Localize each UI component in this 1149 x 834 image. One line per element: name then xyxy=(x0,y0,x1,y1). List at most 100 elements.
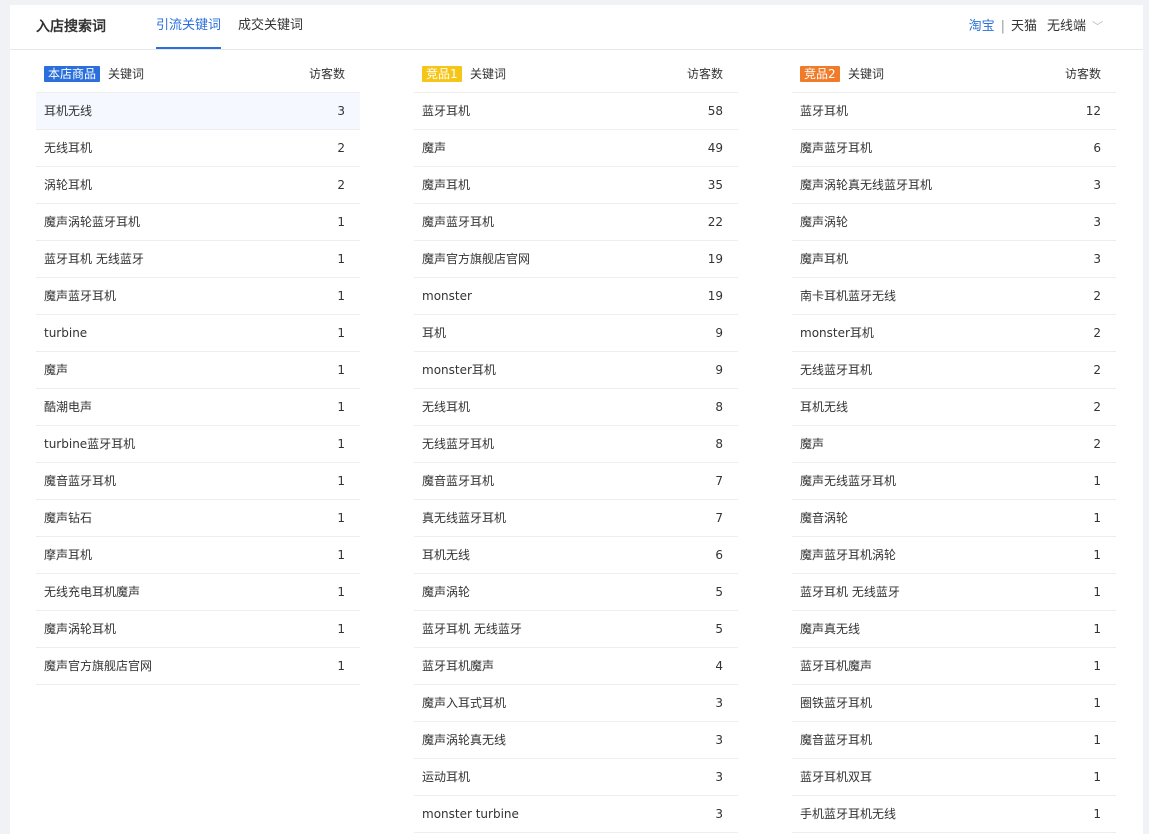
table-row[interactable]: 蓝牙耳机 58 xyxy=(414,93,738,130)
visitor-count-header: 访客数 xyxy=(686,67,723,81)
table-row[interactable]: 魔声钻石 1 xyxy=(36,500,360,537)
visitor-count: 1 xyxy=(337,400,345,414)
keyword-text: 蓝牙耳机 无线蓝牙 xyxy=(800,585,900,599)
table-row[interactable]: 蓝牙耳机 无线蓝牙 1 xyxy=(792,574,1116,611)
table-row[interactable]: 耳机 9 xyxy=(414,315,738,352)
table-row[interactable]: 魔声耳机 3 xyxy=(792,241,1116,278)
table-row[interactable]: 蓝牙耳机魔声 4 xyxy=(414,648,738,685)
keyword-text: 魔声涡轮 xyxy=(800,215,849,229)
keyword-text: 魔声蓝牙耳机 xyxy=(422,215,495,229)
table-row[interactable]: 魔音蓝牙耳机 7 xyxy=(414,463,738,500)
table-row[interactable]: 魔声涡轮蓝牙耳机 1 xyxy=(36,204,360,241)
visitor-count: 4 xyxy=(715,659,723,673)
table-row[interactable]: 魔声官方旗舰店官网 19 xyxy=(414,241,738,278)
device-select[interactable]: 无线端 ﹀ xyxy=(1047,19,1103,34)
table-row[interactable]: 魔声涡轮真无线 3 xyxy=(414,722,738,759)
filter-divider: | xyxy=(1000,19,1005,34)
table-row[interactable]: 魔声 49 xyxy=(414,130,738,167)
table-row[interactable]: 魔声涡轮 3 xyxy=(792,204,1116,241)
table-row[interactable]: turbine蓝牙耳机 1 xyxy=(36,426,360,463)
keyword-text: 魔音涡轮 xyxy=(800,511,849,525)
table-row[interactable]: 魔声涡轮耳机 1 xyxy=(36,611,360,648)
column-tag: 竞品1 xyxy=(422,66,462,82)
chevron-down-icon: ﹀ xyxy=(1092,20,1103,33)
table-row[interactable]: 魔声蓝牙耳机 22 xyxy=(414,204,738,241)
visitor-count: 19 xyxy=(707,252,723,266)
keyword-text: 魔声涡轮真无线 xyxy=(422,733,507,747)
table-row[interactable]: 蓝牙耳机 无线蓝牙 1 xyxy=(36,241,360,278)
table-row[interactable]: 酷潮电声 1 xyxy=(36,389,360,426)
platform-tmall[interactable]: 天猫 xyxy=(1011,19,1037,34)
table-row[interactable]: 南卡耳机蓝牙无线 2 xyxy=(792,278,1116,315)
keyword-text: monster xyxy=(422,289,472,303)
table-row[interactable]: 蓝牙耳机 无线蓝牙 5 xyxy=(414,611,738,648)
visitor-count: 1 xyxy=(1093,696,1101,710)
table-row[interactable]: turbine 1 xyxy=(36,315,360,352)
keyword-text: 魔声官方旗舰店官网 xyxy=(44,659,153,673)
table-row[interactable]: 魔声耳机 35 xyxy=(414,167,738,204)
keyword-text: 摩声耳机 xyxy=(44,548,93,562)
table-row[interactable]: 真无线蓝牙耳机 7 xyxy=(414,500,738,537)
keyword-text: 圈铁蓝牙耳机 xyxy=(800,696,873,710)
table-row[interactable]: monster 19 xyxy=(414,278,738,315)
table-row[interactable]: 蓝牙耳机双耳 1 xyxy=(792,759,1116,796)
table-row[interactable]: 魔音蓝牙耳机 1 xyxy=(36,463,360,500)
visitor-count: 7 xyxy=(715,474,723,488)
visitor-count: 9 xyxy=(715,363,723,377)
table-row[interactable]: 耳机无线 6 xyxy=(414,537,738,574)
keyword-text: 蓝牙耳机 无线蓝牙 xyxy=(422,622,522,636)
keyword-text: 南卡耳机蓝牙无线 xyxy=(800,289,897,303)
table-row[interactable]: 魔声蓝牙耳机 6 xyxy=(792,130,1116,167)
table-row[interactable]: monster turbine 3 xyxy=(414,796,738,833)
visitor-count: 1 xyxy=(337,474,345,488)
table-row[interactable]: 魔声无线蓝牙耳机 1 xyxy=(792,463,1116,500)
keyword-text: turbine蓝牙耳机 xyxy=(44,437,136,451)
visitor-count: 1 xyxy=(1093,511,1101,525)
visitor-count: 3 xyxy=(715,733,723,747)
table-row[interactable]: 圈铁蓝牙耳机 1 xyxy=(792,685,1116,722)
table-row[interactable]: 涡轮耳机 2 xyxy=(36,167,360,204)
visitor-count: 2 xyxy=(1093,400,1101,414)
keyword-header: 关键词 xyxy=(108,67,145,81)
table-row[interactable]: 魔声真无线 1 xyxy=(792,611,1116,648)
table-row[interactable]: 蓝牙耳机 12 xyxy=(792,93,1116,130)
table-row[interactable]: 蓝牙耳机魔声 1 xyxy=(792,648,1116,685)
table-row[interactable]: 运动耳机 3 xyxy=(414,759,738,796)
table-row[interactable]: monster耳机 2 xyxy=(792,315,1116,352)
visitor-count: 1 xyxy=(337,659,345,673)
visitor-count: 2 xyxy=(1093,437,1101,451)
table-row[interactable]: 无线耳机 8 xyxy=(414,389,738,426)
visitor-count: 1 xyxy=(337,326,345,340)
table-row[interactable]: 魔声 2 xyxy=(792,426,1116,463)
table-row[interactable]: 耳机无线 2 xyxy=(792,389,1116,426)
table-row[interactable]: 魔声 1 xyxy=(36,352,360,389)
table-row[interactable]: 手机蓝牙耳机无线 1 xyxy=(792,796,1116,833)
table-row[interactable]: 魔声入耳式耳机 3 xyxy=(414,685,738,722)
visitor-count: 2 xyxy=(1093,363,1101,377)
keyword-text: 酷潮电声 xyxy=(44,400,93,414)
table-row[interactable]: 无线充电耳机魔声 1 xyxy=(36,574,360,611)
visitor-count: 1 xyxy=(337,622,345,636)
visitor-count: 12 xyxy=(1085,104,1101,118)
table-row[interactable]: 魔声官方旗舰店官网 1 xyxy=(36,648,360,685)
table-row[interactable]: 魔声涡轮 5 xyxy=(414,574,738,611)
table-row[interactable]: 无线蓝牙耳机 2 xyxy=(792,352,1116,389)
visitor-count: 1 xyxy=(1093,548,1101,562)
table-row[interactable]: 魔声涡轮真无线蓝牙耳机 3 xyxy=(792,167,1116,204)
table-row[interactable]: 耳机无线 3 xyxy=(36,93,360,130)
table-row[interactable]: 魔音涡轮 1 xyxy=(792,500,1116,537)
table-row[interactable]: 摩声耳机 1 xyxy=(36,537,360,574)
visitor-count: 1 xyxy=(1093,585,1101,599)
table-row[interactable]: monster耳机 9 xyxy=(414,352,738,389)
tab-deal-keywords[interactable]: 成交关键词 xyxy=(238,5,303,47)
keyword-text: 无线耳机 xyxy=(44,141,93,155)
keyword-text: 运动耳机 xyxy=(422,770,471,784)
tab-traffic-keywords[interactable]: 引流关键词 xyxy=(156,5,222,49)
table-row[interactable]: 魔声蓝牙耳机涡轮 1 xyxy=(792,537,1116,574)
table-row[interactable]: 无线蓝牙耳机 8 xyxy=(414,426,738,463)
table-row[interactable]: 无线耳机 2 xyxy=(36,130,360,167)
visitor-count: 1 xyxy=(1093,659,1101,673)
table-row[interactable]: 魔声蓝牙耳机 1 xyxy=(36,278,360,315)
platform-taobao[interactable]: 淘宝 xyxy=(969,19,995,34)
table-row[interactable]: 魔音蓝牙耳机 1 xyxy=(792,722,1116,759)
